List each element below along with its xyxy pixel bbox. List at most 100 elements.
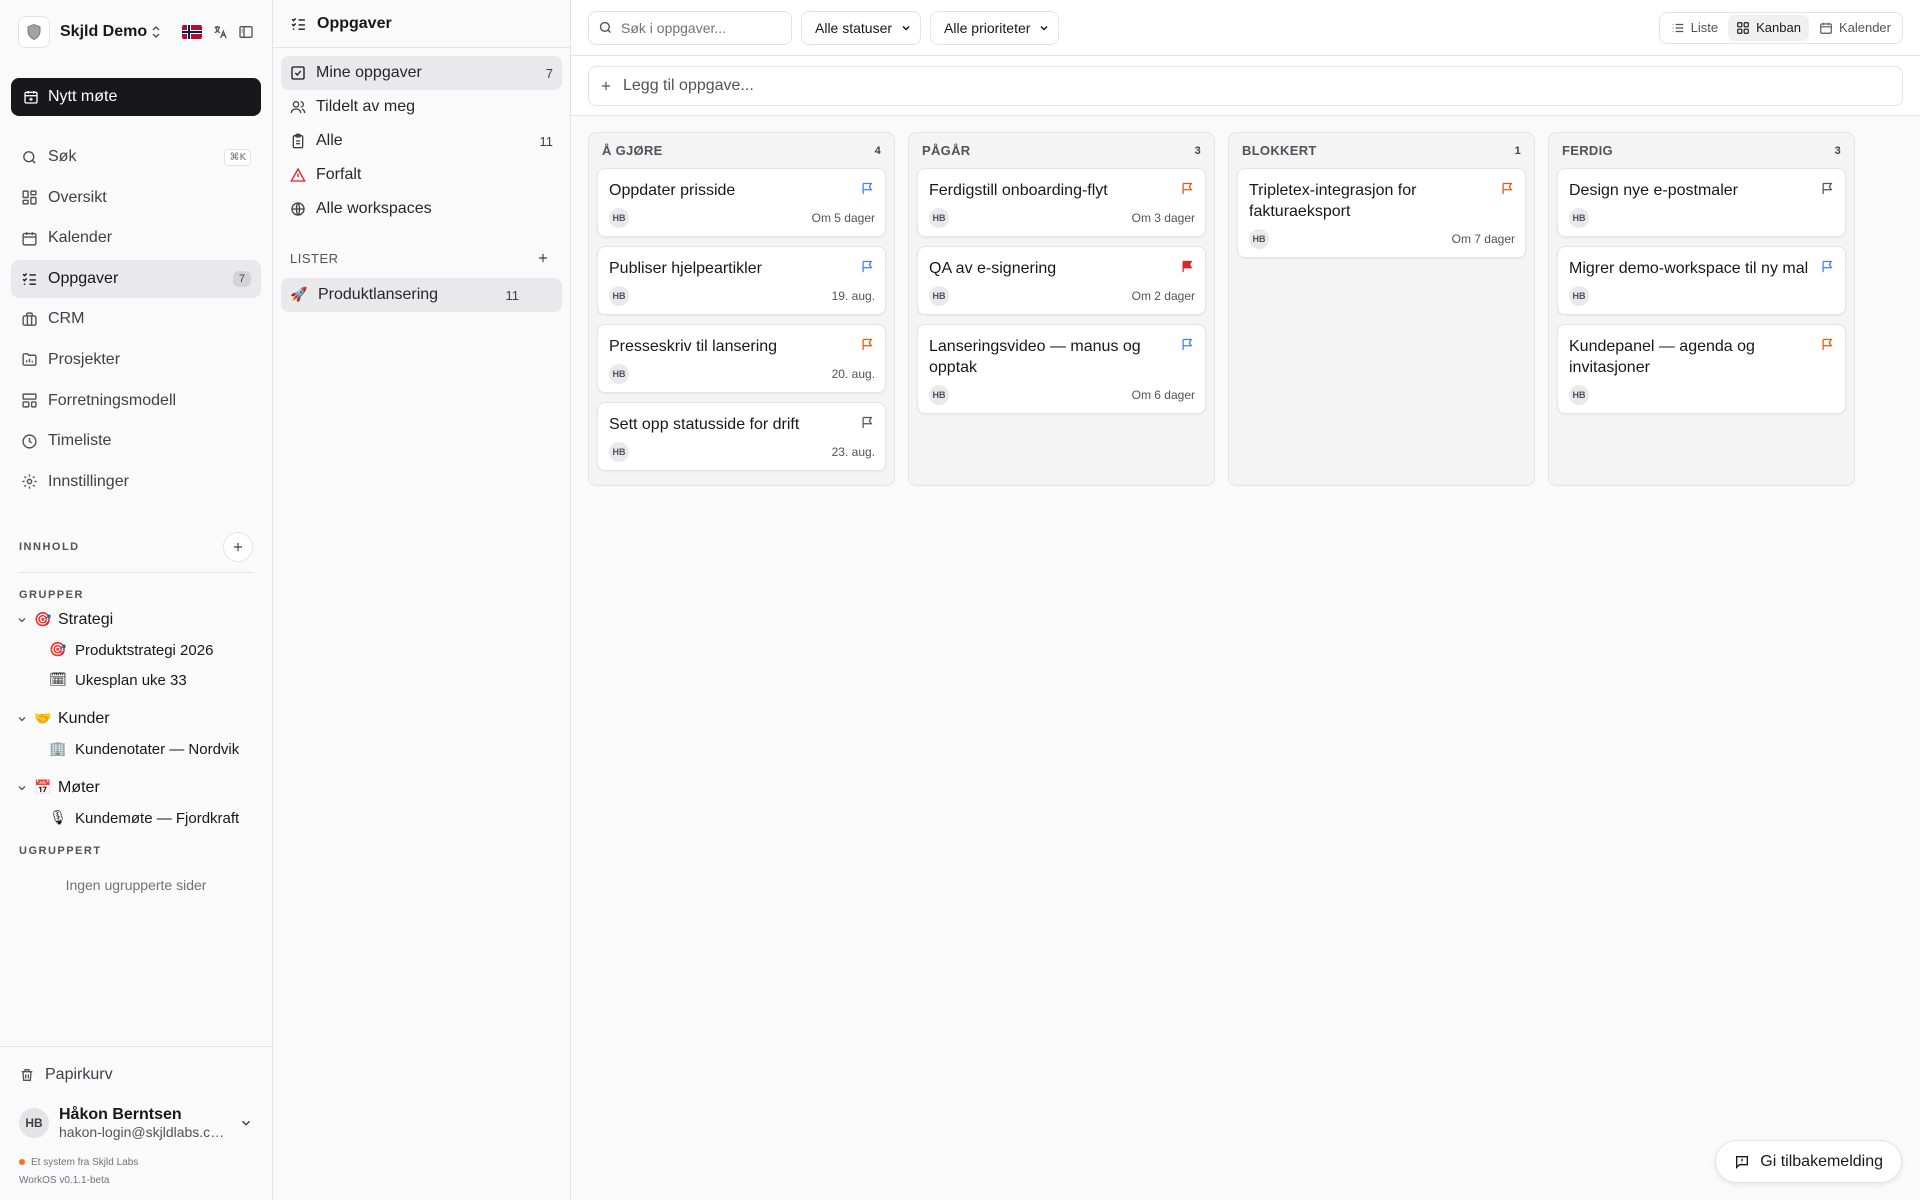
view-label: Alle workspaces — [316, 200, 432, 217]
due-date: Om 6 dager — [1131, 388, 1195, 402]
workspace-switcher[interactable]: Skjld Demo — [60, 23, 162, 41]
nav-label: Oppgaver — [48, 269, 119, 287]
status-filter-select[interactable]: Alle statuser — [801, 10, 922, 45]
search-input[interactable] — [621, 19, 781, 36]
sidebar-footer: Papirkurv HB Håkon Berntsen hakon-login@… — [0, 1046, 272, 1200]
column-count: 4 — [874, 144, 881, 157]
search-icon — [23, 150, 36, 164]
ungrouped-empty-note: Ingen ugrupperte sider — [65, 877, 207, 894]
page-item[interactable]: 🎯 Produktstrategi 2026 — [0, 635, 255, 665]
view-count: 7 — [545, 65, 553, 81]
list-item-product-launch[interactable]: 🚀 Produktlansering 11 — [281, 278, 562, 312]
page-item[interactable]: 🏢 Kundenotater — Nordvik — [0, 734, 255, 764]
priority-flag-icon[interactable] — [1820, 181, 1835, 196]
add-task-placeholder: Legg til oppgave... — [623, 77, 754, 94]
add-task-input[interactable]: Legg til oppgave... — [588, 66, 1903, 106]
nav-item-overview[interactable]: Oversikt — [11, 179, 261, 217]
trash-button[interactable]: Papirkurv — [0, 1063, 272, 1087]
group-kunder[interactable]: 🤝 Kunder — [0, 704, 272, 734]
sidebar-toggle-icon[interactable] — [238, 24, 254, 40]
chevron-down-icon — [241, 1120, 251, 1126]
priority-flag-icon[interactable] — [1180, 181, 1195, 196]
column-title: BLOKKERT — [1242, 143, 1317, 158]
credits: Et system fra Skjld Labs WorkOS v0.1.1-b… — [0, 1140, 272, 1200]
view-label: Tildelt av meg — [316, 98, 415, 115]
briefcase-icon — [22, 312, 37, 326]
group-moter[interactable]: 📅 Møter — [0, 773, 272, 803]
task-card[interactable]: Design nye e-postmaler HB — [1557, 168, 1846, 237]
task-card[interactable]: Kundepanel — agenda og invitasjoner HB — [1557, 324, 1846, 414]
sidebar: Skjld Demo Nytt møte Søk ⌘K Oversikt Kal… — [0, 0, 273, 1200]
page-item[interactable]: 🎙 Kundemøte — Fjordkraft — [0, 803, 255, 833]
group-label: Møter — [58, 779, 100, 797]
priority-filter-value: Alle prioriteter — [944, 19, 1031, 36]
lists-label: LISTER — [290, 250, 339, 266]
page-item[interactable]: 🗓 Ukesplan uke 33 — [0, 665, 255, 695]
feedback-button[interactable]: Gi tilbakemelding — [1715, 1140, 1902, 1183]
priority-flag-icon[interactable] — [860, 181, 875, 196]
view-list-button[interactable]: Liste — [1663, 15, 1726, 41]
lists-header: LISTER — [273, 248, 570, 268]
users-icon — [290, 101, 306, 114]
view-kanban-button[interactable]: Kanban — [1728, 14, 1809, 41]
task-card[interactable]: Oppdater prisside HB Om 5 dager — [597, 168, 886, 237]
priority-flag-icon[interactable] — [860, 337, 875, 352]
priority-flag-icon[interactable] — [1820, 259, 1835, 274]
priority-flag-icon[interactable] — [1820, 337, 1835, 352]
nav-item-calendar[interactable]: Kalender — [11, 219, 261, 257]
user-menu[interactable]: HB Håkon Berntsen hakon-login@skjldlabs.… — [0, 1106, 272, 1140]
task-card[interactable]: Publiser hjelpeartikler HB 19. aug. — [597, 246, 886, 315]
new-meeting-button[interactable]: Nytt møte — [11, 78, 261, 116]
view-label: Alle — [316, 132, 343, 149]
column-header: BLOKKERT 1 — [1237, 133, 1526, 168]
group-strategi[interactable]: 🎯 Strategi — [0, 605, 272, 635]
group-emoji: 📅 — [34, 780, 52, 797]
task-card[interactable]: Lanseringsvideo — manus og opptak HB Om 6 … — [917, 324, 1206, 414]
norway-flag-icon[interactable] — [182, 25, 202, 39]
nav-item-projects[interactable]: Prosjekter — [11, 341, 261, 379]
view-item-assigned-by-me[interactable]: Tildelt av meg — [281, 90, 562, 124]
priority-filter-select[interactable]: Alle prioriteter — [930, 10, 1060, 45]
add-list-icon[interactable] — [536, 251, 550, 265]
nav-label: Oversikt — [48, 188, 107, 206]
view-item-my-tasks[interactable]: Mine oppgaver 7 — [281, 56, 562, 90]
nav-item-timesheet[interactable]: Timeliste — [11, 422, 261, 460]
nav-item-business-model[interactable]: Forretningsmodell — [11, 382, 261, 420]
avatar: HB — [929, 385, 949, 405]
task-card[interactable]: QA av e-signering HB Om 2 dager — [917, 246, 1206, 315]
nav-item-crm[interactable]: CRM — [11, 300, 261, 338]
workspace-name: Skjld Demo — [60, 23, 148, 40]
priority-flag-icon[interactable] — [1180, 337, 1195, 352]
kanban-icon — [1737, 21, 1749, 34]
content-label: INNHOLD — [19, 541, 80, 554]
priority-flag-icon[interactable] — [860, 259, 875, 274]
avatar: HB — [929, 208, 949, 228]
view-item-all[interactable]: Alle 11 — [281, 124, 562, 158]
nav-item-search[interactable]: Søk ⌘K — [11, 138, 261, 176]
view-item-all-workspaces[interactable]: Alle workspaces — [281, 192, 562, 226]
nav-item-settings[interactable]: Innstillinger — [11, 463, 261, 501]
task-search[interactable] — [588, 10, 792, 45]
chevron-down-icon — [902, 25, 910, 31]
priority-flag-icon[interactable] — [1500, 181, 1515, 196]
view-item-overdue[interactable]: Forfalt — [281, 158, 562, 192]
task-card[interactable]: Tripletex-integrasjon for fakturaeksport… — [1237, 168, 1526, 258]
tasks-icon — [291, 18, 305, 30]
task-card[interactable]: Migrer demo-workspace til ny mal HB — [1557, 246, 1846, 315]
warning-icon — [290, 167, 306, 182]
task-card[interactable]: Presseskriv til lansering HB 20. aug. — [597, 324, 886, 393]
view-calendar-button[interactable]: Kalender — [1811, 15, 1899, 41]
translate-icon[interactable] — [212, 24, 228, 40]
priority-flag-icon[interactable] — [1180, 259, 1195, 274]
task-card[interactable]: Sett opp statusside for drift HB 23. aug. — [597, 402, 886, 471]
priority-flag-icon[interactable] — [860, 415, 875, 430]
add-content-button[interactable] — [223, 532, 253, 563]
nav-label: Kalender — [48, 229, 113, 247]
due-date: Om 2 dager — [1131, 289, 1195, 303]
task-card[interactable]: Ferdigstill onboarding-flyt HB Om 3 dager — [917, 168, 1206, 237]
workspace-header: Skjld Demo — [0, 0, 272, 64]
nav-label: Søk — [48, 148, 77, 165]
nav-item-tasks[interactable]: Oppgaver 7 — [11, 259, 261, 298]
main-nav: Søk ⌘K Oversikt Kalender Oppgaver 7 CRM — [0, 138, 272, 503]
view-switcher: Liste Kanban Kalender — [1658, 11, 1903, 44]
